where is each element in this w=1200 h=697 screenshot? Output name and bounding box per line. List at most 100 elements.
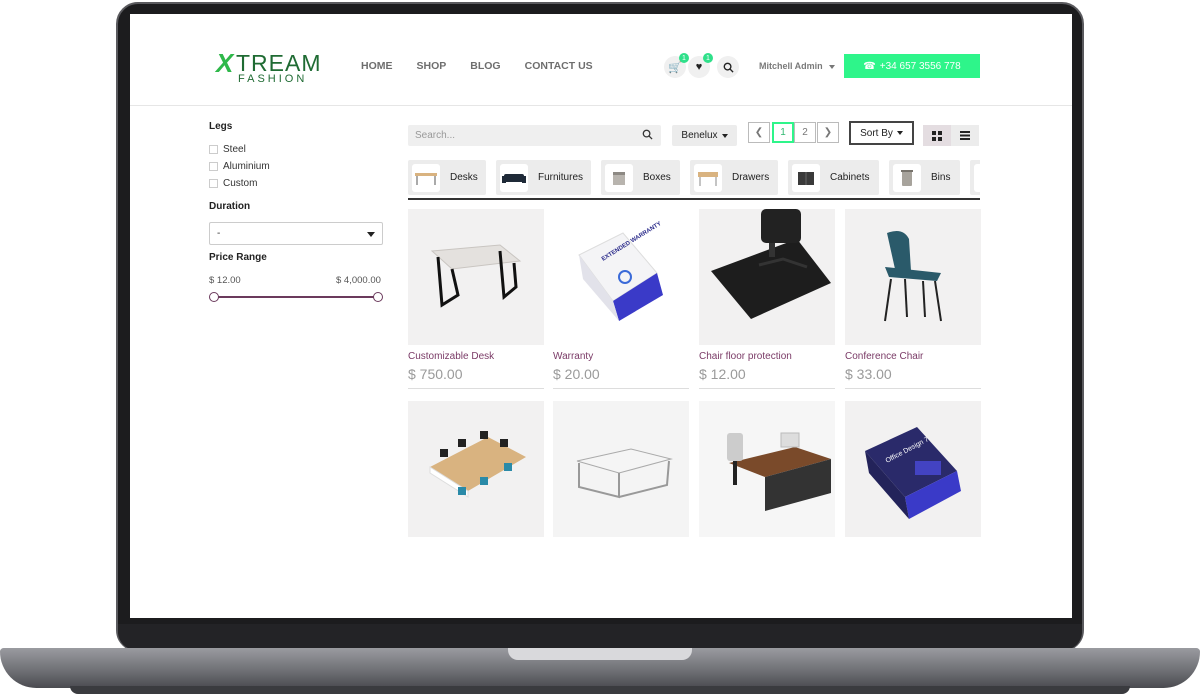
- checkbox[interactable]: [209, 179, 218, 188]
- price-slider-min-handle[interactable]: [209, 292, 219, 302]
- logo[interactable]: X TREAM FASHION: [216, 48, 331, 88]
- product-image[interactable]: Office Design 7: [845, 401, 981, 537]
- cart-badge: 1: [679, 53, 689, 63]
- chevron-down-icon: [829, 65, 836, 69]
- price-min: $ 12.00: [209, 275, 241, 286]
- legs-option-steel[interactable]: Steel: [209, 144, 246, 155]
- laptop-bezel: [118, 624, 1082, 650]
- category-strip: Desks Furnitures Boxes Drawers Cabinets …: [408, 160, 980, 200]
- checkbox[interactable]: [209, 162, 218, 171]
- pricelist-dropdown[interactable]: Benelux: [672, 125, 737, 146]
- product-card[interactable]: EXTENDED WARRANTY Warranty $ 20.00: [553, 209, 689, 389]
- pager-prev[interactable]: ❮: [748, 122, 770, 143]
- product-price: $ 12.00: [699, 366, 835, 389]
- option-label: Steel: [223, 144, 246, 155]
- warranty-box-icon: EXTENDED WARRANTY: [578, 221, 663, 321]
- sort-by-dropdown[interactable]: Sort By: [849, 121, 914, 145]
- product-image[interactable]: [408, 209, 544, 345]
- cart-icon: 🛒: [668, 61, 682, 74]
- wishlist-badge: 1: [703, 53, 713, 63]
- product-image[interactable]: EXTENDED WARRANTY: [553, 209, 689, 345]
- price-slider-track[interactable]: [214, 296, 378, 298]
- screen: X TREAM FASHION HOME SHOP BLOG CONTACT U…: [130, 14, 1072, 618]
- desk-icon: [430, 244, 522, 308]
- product-card[interactable]: [553, 401, 689, 537]
- product-card[interactable]: Chair floor protection $ 12.00: [699, 209, 835, 389]
- search-icon[interactable]: [642, 129, 653, 140]
- page-number: 2: [802, 127, 808, 138]
- page-scrollbar[interactable]: [1066, 114, 1070, 544]
- category-cabinets[interactable]: Cabinets: [788, 160, 879, 195]
- nav-blog[interactable]: BLOG: [470, 60, 500, 72]
- product-image[interactable]: [699, 209, 835, 345]
- desk-icon: [412, 163, 440, 192]
- grid-view-button[interactable]: [923, 125, 951, 146]
- nav-shop[interactable]: SHOP: [417, 60, 447, 72]
- product-image[interactable]: [408, 401, 544, 537]
- cart-button[interactable]: 🛒 1: [664, 53, 689, 78]
- page-number: 1: [780, 127, 786, 138]
- product-image[interactable]: [699, 401, 835, 537]
- product-image[interactable]: [845, 209, 981, 345]
- drawer-icon: [694, 163, 722, 192]
- category-more[interactable]: [970, 160, 980, 195]
- product-card[interactable]: Customizable Desk $ 750.00: [408, 209, 544, 389]
- price-slider-max-handle[interactable]: [373, 292, 383, 302]
- product-card[interactable]: Conference Chair $ 33.00: [845, 209, 981, 389]
- product-price: $ 33.00: [845, 366, 981, 389]
- chevron-left-icon: ❮: [754, 127, 764, 138]
- nav-home[interactable]: HOME: [361, 60, 393, 72]
- legs-option-aluminium[interactable]: Aluminium: [209, 161, 270, 172]
- meeting-table-icon: [429, 431, 526, 498]
- search-button[interactable]: [717, 56, 739, 78]
- list-view-button[interactable]: [951, 125, 979, 146]
- category-boxes[interactable]: Boxes: [601, 160, 680, 195]
- product-card[interactable]: [699, 401, 835, 537]
- product-name[interactable]: Warranty: [553, 351, 689, 362]
- legs-option-custom[interactable]: Custom: [209, 178, 257, 189]
- product-name[interactable]: Customizable Desk: [408, 351, 544, 362]
- category-bins[interactable]: Bins: [889, 160, 960, 195]
- site-header: X TREAM FASHION HOME SHOP BLOG CONTACT U…: [130, 14, 1072, 106]
- floor-mat-icon: [711, 209, 831, 319]
- sort-by-label: Sort By: [860, 127, 893, 139]
- nav-contact-us[interactable]: CONTACT US: [525, 60, 593, 72]
- laptop-foot: [70, 686, 1130, 694]
- category-thumb-icon: [974, 163, 980, 192]
- box-icon: [605, 163, 633, 192]
- product-search-input[interactable]: Search...: [408, 125, 661, 146]
- product-card[interactable]: [408, 401, 544, 537]
- search-icon: [723, 62, 734, 73]
- checkbox[interactable]: [209, 145, 218, 154]
- category-drawers[interactable]: Drawers: [690, 160, 778, 195]
- legs-title: Legs: [209, 121, 233, 132]
- category-furnitures[interactable]: Furnitures: [496, 160, 591, 195]
- logo-x: X: [216, 48, 234, 78]
- pager-page-1[interactable]: 1: [772, 122, 794, 143]
- product-card[interactable]: Office Design 7: [845, 401, 981, 537]
- chevron-right-icon: ❯: [823, 127, 833, 138]
- category-label: Boxes: [643, 172, 671, 183]
- product-name[interactable]: Conference Chair: [845, 351, 981, 362]
- logo-subtitle: FASHION: [238, 73, 308, 85]
- category-label: Drawers: [732, 172, 770, 183]
- duration-select[interactable]: -: [209, 222, 383, 245]
- phone-button[interactable]: ☎ +34 657 3556 778: [844, 54, 980, 78]
- phone-number: +34 657 3556 778: [879, 60, 961, 72]
- sofa-icon: [500, 163, 528, 192]
- executive-desk-icon: [727, 432, 831, 511]
- wishlist-button[interactable]: ♥ 1: [688, 53, 713, 78]
- desk-frame-icon: [576, 448, 673, 499]
- category-desks[interactable]: Desks: [408, 160, 486, 195]
- product-price: $ 20.00: [553, 366, 689, 389]
- pager-next[interactable]: ❯: [817, 122, 839, 143]
- product-image[interactable]: [553, 401, 689, 537]
- list-icon: [960, 131, 970, 140]
- price-range-title: Price Range: [209, 252, 267, 263]
- product-name[interactable]: Chair floor protection: [699, 351, 835, 362]
- user-menu[interactable]: Mitchell Admin: [759, 61, 836, 71]
- headset-icon: ☎: [863, 60, 876, 72]
- duration-title: Duration: [209, 201, 251, 212]
- caret-down-icon: [367, 232, 375, 237]
- pager-page-2[interactable]: 2: [794, 122, 816, 143]
